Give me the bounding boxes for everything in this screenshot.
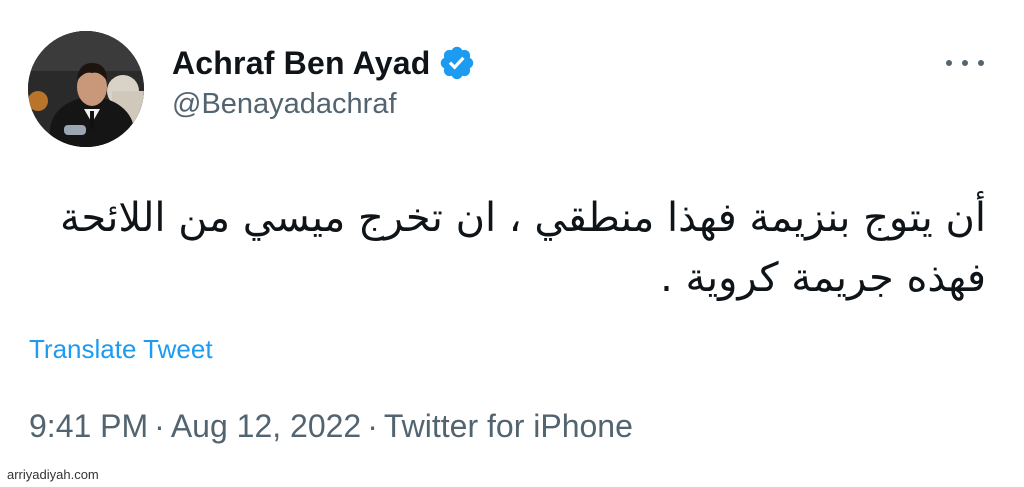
tweet-meta: 9:41 PM · Aug 12, 2022 · Twitter for iPhone (29, 408, 633, 445)
author-handle[interactable]: @Benayadachraf (172, 88, 397, 121)
tweet-card: Achraf Ben Ayad @Benayadachraf أن يتوج ب… (0, 0, 1024, 487)
tweet-source-link[interactable]: Twitter for iPhone (384, 408, 633, 444)
meta-separator: · (154, 408, 165, 444)
more-options-button[interactable] (946, 48, 984, 78)
translate-tweet-link[interactable]: Translate Tweet (29, 334, 213, 365)
site-watermark: arriyadiyah.com (4, 466, 102, 483)
tweet-time[interactable]: 9:41 PM (29, 408, 148, 444)
more-dot (978, 60, 984, 66)
author-name-row: Achraf Ben Ayad (172, 40, 476, 86)
avatar[interactable] (28, 31, 144, 147)
verified-badge-icon (438, 44, 476, 82)
author-display-name[interactable]: Achraf Ben Ayad (172, 45, 430, 82)
more-dot (946, 60, 952, 66)
tweet-date[interactable]: Aug 12, 2022 (171, 408, 361, 444)
profile-photo-icon (28, 31, 144, 147)
meta-separator: · (367, 408, 378, 444)
tweet-text: أن يتوج بنزيمة فهذا منطقي ، ان تخرج ميسي… (59, 195, 986, 301)
more-dot (962, 60, 968, 66)
